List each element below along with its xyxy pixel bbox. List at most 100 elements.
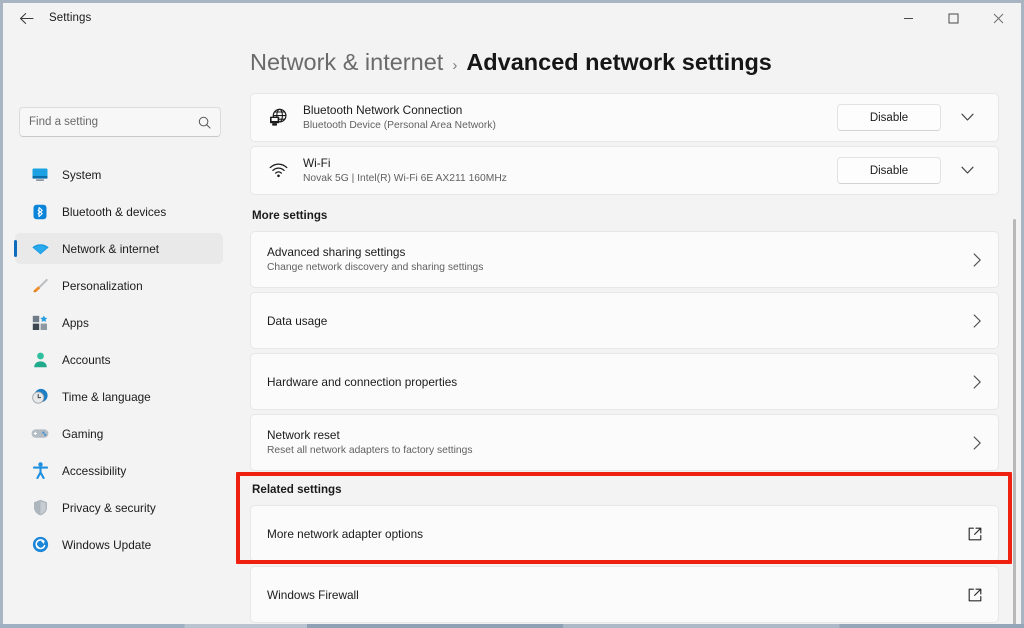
setting-card-windows-firewall: Windows Firewall [250,566,999,623]
sidebar-item-personalization[interactable]: Personalization [15,270,223,301]
setting-title: More network adapter options [267,526,424,541]
chevron-right-icon [973,252,982,267]
sidebar-item-windows-update[interactable]: Windows Update [15,529,223,560]
sidebar-item-label: Accessibility [62,463,127,478]
vertical-scrollbar[interactable] [1013,219,1016,624]
title-bar: Settings [3,3,1021,33]
setting-subtitle: Change network discovery and sharing set… [267,262,484,273]
adapter-text: Wi-Fi Novak 5G | Intel(R) Wi-Fi 6E AX211… [303,156,837,186]
setting-title: Data usage [267,313,328,328]
network-globe-icon [265,108,291,127]
adapter-name: Wi-Fi [303,155,331,170]
disable-button[interactable]: Disable [837,104,941,131]
sidebar-item-network-internet[interactable]: Network & internet [14,233,223,264]
monitor-icon [30,165,50,185]
setting-card-network-reset: Network reset Reset all network adapters… [250,414,999,471]
setting-title: Windows Firewall [267,587,359,602]
external-link-icon [968,588,982,602]
sidebar: System Bluetooth & devices [3,33,235,624]
chevron-right-icon [973,435,982,450]
sidebar-item-gaming[interactable]: Gaming [15,418,223,449]
setting-row[interactable]: Advanced sharing settings Change network… [251,232,998,287]
close-button[interactable] [976,3,1021,33]
setting-text: Windows Firewall [267,587,968,603]
external-link-icon [968,527,982,541]
adapter-card-wifi: Wi-Fi Novak 5G | Intel(R) Wi-Fi 6E AX211… [250,146,999,195]
search-box[interactable] [19,107,221,137]
setting-row[interactable]: Hardware and connection properties [251,354,998,409]
clock-icon [30,387,50,407]
setting-text: Advanced sharing settings Change network… [267,244,973,275]
adapter-card-bluetooth: Bluetooth Network Connection Bluetooth D… [250,93,999,142]
setting-title: Advanced sharing settings [267,245,406,259]
chevron-right-icon [973,313,982,328]
page-title: Advanced network settings [466,49,772,75]
setting-row[interactable]: Network reset Reset all network adapters… [251,415,998,470]
search-input[interactable] [29,116,198,128]
setting-row[interactable]: More network adapter options [251,506,998,561]
sidebar-item-label: System [62,167,102,182]
setting-text: Hardware and connection properties [267,374,973,390]
disable-button[interactable]: Disable [837,157,941,184]
adapter-description: Novak 5G | Intel(R) Wi-Fi 6E AX211 160MH… [303,172,507,184]
app-title: Settings [49,12,92,24]
setting-row[interactable]: Data usage [251,293,998,348]
sidebar-item-accounts[interactable]: Accounts [15,344,223,375]
chevron-down-icon [960,113,974,121]
apps-icon [30,313,50,333]
chevron-right-icon: › [452,57,458,74]
breadcrumb-parent-link[interactable]: Network & internet [250,45,443,79]
setting-text: More network adapter options [267,526,968,542]
setting-text: Data usage [267,313,973,329]
adapter-name: Bluetooth Network Connection [303,102,463,117]
sidebar-item-system[interactable]: System [15,159,223,190]
sidebar-item-label: Personalization [62,278,143,293]
sidebar-nav: System Bluetooth & devices Network & int… [3,159,235,560]
close-icon [993,13,1004,23]
main-content: Network & internet › Advanced network se… [235,33,1021,624]
sidebar-item-label: Windows Update [62,537,152,552]
sidebar-item-label: Gaming [62,426,104,441]
maximize-button[interactable] [931,3,976,33]
sidebar-item-label: Time & language [62,389,151,404]
related-settings-label: Related settings [252,483,342,496]
expand-button[interactable] [950,103,984,133]
bluetooth-icon [30,202,50,222]
sidebar-item-accessibility[interactable]: Accessibility [15,455,223,486]
gamepad-icon [30,424,50,444]
more-settings-label: More settings [252,209,328,222]
person-icon [30,350,50,370]
setting-title: Hardware and connection properties [267,374,458,389]
related-settings-section: Related settings More network adapter op… [250,483,999,623]
minimize-button[interactable] [886,3,931,33]
sidebar-item-label: Network & internet [62,241,160,256]
sidebar-item-bluetooth-devices[interactable]: Bluetooth & devices [15,196,223,227]
sidebar-item-apps[interactable]: Apps [15,307,223,338]
setting-title: Network reset [267,428,340,442]
sidebar-item-time-language[interactable]: Time & language [15,381,223,412]
adapter-text: Bluetooth Network Connection Bluetooth D… [303,103,837,133]
update-icon [30,535,50,555]
minimize-icon [904,17,913,19]
adapter-row[interactable]: Bluetooth Network Connection Bluetooth D… [251,94,998,141]
expand-button[interactable] [950,156,984,186]
chevron-right-icon [973,374,982,389]
settings-window: Settings Find a setting System Bluetooth… [0,0,1024,628]
accessibility-icon [30,461,50,481]
sidebar-item-label: Apps [62,315,89,330]
taskbar-strip [0,624,1024,628]
settings-list: Bluetooth Network Connection Bluetooth D… [235,83,1021,623]
brush-icon [30,276,50,296]
adapter-row[interactable]: Wi-Fi Novak 5G | Intel(R) Wi-Fi 6E AX211… [251,147,998,194]
setting-subtitle: Reset all network adapters to factory se… [267,445,473,456]
setting-card-advanced-sharing: Advanced sharing settings Change network… [250,231,999,288]
back-arrow-icon [19,12,34,24]
setting-row[interactable]: Windows Firewall [251,567,998,622]
sidebar-item-privacy-security[interactable]: Privacy & security [15,492,223,523]
setting-card-data-usage: Data usage [250,292,999,349]
shield-icon [30,498,50,518]
back-button[interactable] [11,5,41,31]
wifi-signal-icon [265,163,291,178]
setting-text: Network reset Reset all network adapters… [267,427,973,458]
maximize-icon [948,13,959,23]
